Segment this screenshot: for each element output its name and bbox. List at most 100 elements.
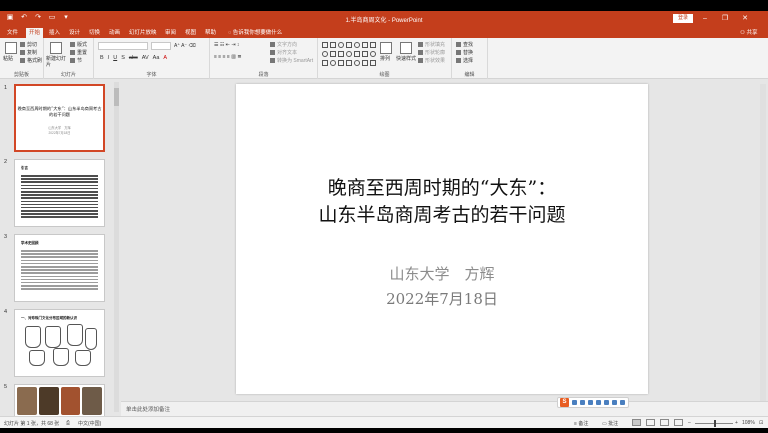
slide-thumbnail-3[interactable]: 学术史回顾 bbox=[14, 234, 105, 302]
cut-button[interactable]: 剪切 bbox=[20, 42, 37, 48]
rectangle-shape-icon[interactable] bbox=[338, 60, 344, 66]
text-direction-button[interactable]: 文字方向 bbox=[270, 42, 297, 48]
bold-button[interactable]: B bbox=[100, 55, 104, 61]
rectangle-shape-icon[interactable] bbox=[330, 42, 336, 48]
paste-button[interactable]: 粘贴 bbox=[3, 56, 13, 62]
slide-thumbnail-4[interactable]: 一、对珍珠门文化分布区域的新认识 bbox=[14, 309, 105, 377]
oval-shape-icon[interactable] bbox=[322, 51, 328, 57]
font-name-dropdown[interactable] bbox=[98, 42, 148, 50]
shadow-button[interactable]: S bbox=[121, 55, 125, 61]
normal-view-button[interactable] bbox=[632, 419, 641, 426]
quick-styles-button[interactable]: 快速样式 bbox=[396, 56, 416, 62]
tab-slideshow[interactable]: 幻灯片放映 bbox=[126, 28, 160, 38]
rectangle-shape-icon[interactable] bbox=[330, 51, 336, 57]
comments-toggle[interactable]: ▭ 批注 bbox=[602, 420, 618, 427]
underline-button[interactable]: U bbox=[113, 55, 117, 61]
slide-title[interactable]: 晚商至西周时期的“大东”： 山东半岛商周考古的若干问题 bbox=[236, 175, 648, 229]
tab-transitions[interactable]: 切换 bbox=[86, 28, 103, 38]
language-indicator[interactable]: 中文(中国) bbox=[78, 420, 101, 427]
shape-outline-button[interactable]: 形状轮廓 bbox=[418, 50, 445, 56]
rectangle-shape-icon[interactable] bbox=[338, 51, 344, 57]
minimize-icon[interactable]: – bbox=[700, 14, 710, 23]
find-button[interactable]: 查找 bbox=[456, 42, 473, 48]
strikethrough-button[interactable]: abc bbox=[129, 55, 138, 61]
list-controls[interactable]: ☰ ☷ ⇤ ⇥ ↕ bbox=[214, 42, 239, 48]
rectangle-shape-icon[interactable] bbox=[362, 42, 368, 48]
char-spacing-button[interactable]: AV bbox=[142, 55, 149, 61]
new-slide-button[interactable]: 新建幻灯片 bbox=[46, 56, 68, 68]
zoom-slider-handle[interactable] bbox=[714, 420, 716, 427]
shape-fill-button[interactable]: 形状填充 bbox=[418, 42, 445, 48]
punctuation-icon[interactable] bbox=[580, 400, 585, 405]
format-painter-button[interactable]: 格式刷 bbox=[20, 58, 42, 64]
slideshow-view-button[interactable] bbox=[674, 419, 683, 426]
emoji-icon[interactable] bbox=[588, 400, 593, 405]
smartart-button[interactable]: 转换为 SmartArt bbox=[270, 58, 313, 64]
rectangle-shape-icon[interactable] bbox=[322, 42, 328, 48]
arrange-button[interactable]: 排列 bbox=[380, 56, 390, 62]
tab-view[interactable]: 视图 bbox=[182, 28, 199, 38]
skin-icon[interactable] bbox=[612, 400, 617, 405]
align-text-button[interactable]: 对齐文本 bbox=[270, 50, 297, 56]
zoom-in-button[interactable]: + bbox=[735, 420, 738, 426]
italic-button[interactable]: I bbox=[108, 55, 110, 61]
rectangle-shape-icon[interactable] bbox=[322, 60, 328, 66]
spellcheck-icon[interactable]: ⎙ bbox=[66, 420, 70, 426]
login-button[interactable]: 登录 bbox=[673, 14, 693, 23]
new-slide-icon[interactable] bbox=[50, 42, 62, 54]
slide-thumbnail-2[interactable]: 引言 bbox=[14, 159, 105, 227]
reset-button[interactable]: 重置 bbox=[70, 50, 87, 56]
tab-insert[interactable]: 插入 bbox=[46, 28, 63, 38]
oval-shape-icon[interactable] bbox=[354, 42, 360, 48]
chinese-mode-icon[interactable] bbox=[572, 400, 577, 405]
arrange-icon[interactable] bbox=[380, 42, 392, 54]
notes-toggle[interactable]: ≡ 备注 bbox=[574, 420, 588, 427]
tab-home[interactable]: 开始 bbox=[26, 28, 44, 38]
select-button[interactable]: 选择 bbox=[456, 58, 473, 64]
tell-me-search[interactable]: ◌ 告诉我你想要做什么 bbox=[228, 28, 282, 38]
font-color-button[interactable]: A bbox=[163, 55, 167, 61]
grid-icon[interactable] bbox=[620, 400, 625, 405]
layout-button[interactable]: 版式 bbox=[70, 42, 87, 48]
editor-scrollbar[interactable] bbox=[760, 84, 766, 401]
thumbnail-scroll-handle[interactable] bbox=[114, 88, 119, 106]
quick-styles-icon[interactable] bbox=[400, 42, 412, 54]
oval-shape-icon[interactable] bbox=[370, 51, 376, 57]
slide-sorter-view-button[interactable] bbox=[646, 419, 655, 426]
slide-thumbnail-1[interactable]: 晚商至西周时期的“大东”：山东半岛商周考古的若干问题 山东大学 方辉 2022年… bbox=[14, 84, 105, 152]
ime-toolbar[interactable]: S bbox=[557, 397, 629, 408]
keyboard-icon[interactable] bbox=[604, 400, 609, 405]
rectangle-shape-icon[interactable] bbox=[346, 42, 352, 48]
rectangle-shape-icon[interactable] bbox=[362, 51, 368, 57]
thumbnail-scrollbar[interactable] bbox=[114, 82, 119, 412]
grow-font-icon[interactable]: A⁺ A⁻ ⌫ bbox=[174, 43, 196, 49]
tab-file[interactable]: 文件 bbox=[4, 28, 21, 38]
change-case-button[interactable]: Aa bbox=[153, 55, 160, 61]
slide-subtitle[interactable]: 山东大学 方辉 2022年7月18日 bbox=[236, 262, 648, 312]
microphone-icon[interactable] bbox=[596, 400, 601, 405]
oval-shape-icon[interactable] bbox=[346, 51, 352, 57]
slide-thumbnail-5[interactable] bbox=[14, 384, 105, 418]
copy-button[interactable]: 复制 bbox=[20, 50, 37, 56]
tab-help[interactable]: 帮助 bbox=[202, 28, 219, 38]
rectangle-shape-icon[interactable] bbox=[354, 51, 360, 57]
rectangle-shape-icon[interactable] bbox=[346, 60, 352, 66]
tab-animations[interactable]: 动画 bbox=[106, 28, 123, 38]
notes-pane[interactable]: 单击此处添加备注 bbox=[121, 401, 768, 416]
reading-view-button[interactable] bbox=[660, 419, 669, 426]
shapes-gallery[interactable] bbox=[322, 42, 376, 68]
rectangle-shape-icon[interactable] bbox=[370, 60, 376, 66]
close-icon[interactable]: ✕ bbox=[740, 14, 750, 23]
font-size-dropdown[interactable] bbox=[151, 42, 171, 50]
shape-effects-button[interactable]: 形状效果 bbox=[418, 58, 445, 64]
replace-button[interactable]: 替换 bbox=[456, 50, 473, 56]
section-button[interactable]: 节 bbox=[70, 58, 82, 64]
zoom-level[interactable]: 108% bbox=[742, 420, 755, 426]
slide-canvas[interactable]: 晚商至西周时期的“大东”： 山东半岛商周考古的若干问题 山东大学 方辉 2022… bbox=[236, 84, 648, 394]
oval-shape-icon[interactable] bbox=[338, 42, 344, 48]
restore-icon[interactable]: ❐ bbox=[720, 14, 730, 23]
tab-review[interactable]: 审阅 bbox=[162, 28, 179, 38]
share-button[interactable]: ⚇ 共享 bbox=[740, 28, 757, 38]
zoom-out-button[interactable]: – bbox=[688, 420, 691, 426]
oval-shape-icon[interactable] bbox=[354, 60, 360, 66]
